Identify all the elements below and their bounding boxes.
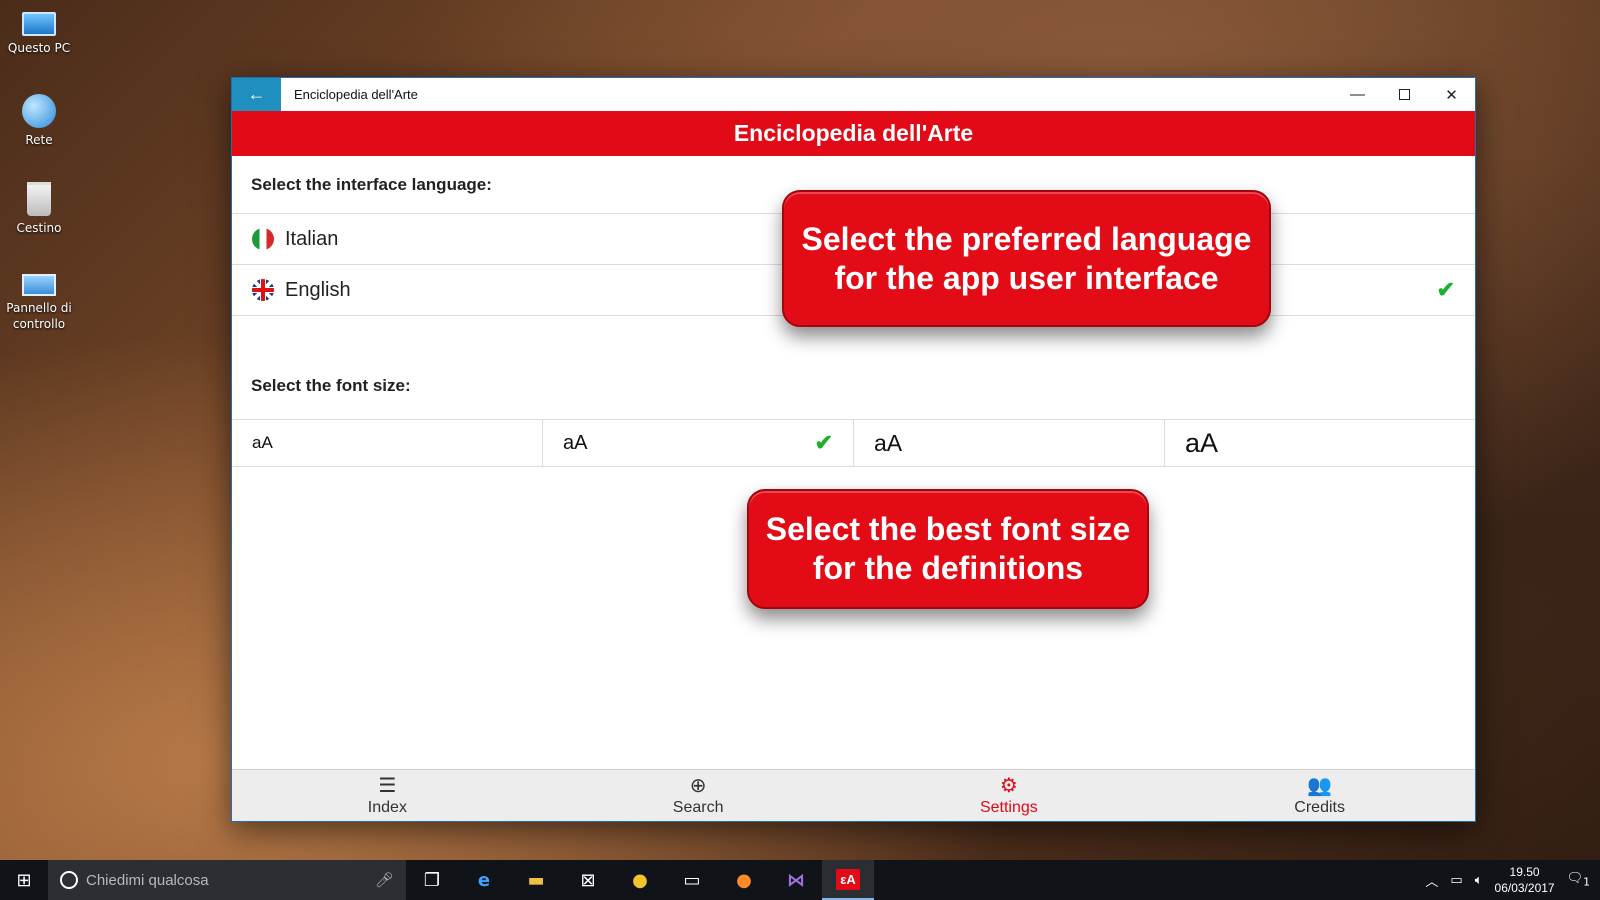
search-box[interactable]: Chiedimi qualcosa 🎤︎	[48, 860, 406, 900]
search-placeholder: Chiedimi qualcosa	[86, 871, 209, 889]
font-size-options: aA aA ✔ aA aA	[232, 420, 1475, 467]
taskbar-store[interactable]: ⊠	[562, 860, 614, 900]
font-size-sample: aA	[252, 433, 273, 452]
arrow-left-icon: ←	[247, 84, 266, 104]
app-icon: ●	[632, 869, 648, 891]
desktop-icon-this-pc[interactable]: Questo PC	[2, 8, 76, 56]
clock[interactable]: 19.50 06/03/2017	[1495, 864, 1555, 896]
window-titlebar: ← Enciclopedia dell'Arte — ✕	[232, 78, 1475, 111]
terminal-icon: ▭	[683, 869, 701, 891]
nav-index[interactable]: ☰ Index	[232, 770, 543, 821]
checkmark-icon: ✔	[1436, 277, 1455, 302]
nav-credits[interactable]: 👥 Credits	[1164, 770, 1475, 821]
italy-flag-icon	[252, 228, 274, 250]
minimize-button[interactable]: —	[1334, 78, 1381, 111]
window-title: Enciclopedia dell'Arte	[294, 87, 418, 102]
network-status-icon[interactable]: ▭	[1450, 873, 1462, 888]
taskbar-file-explorer[interactable]: ▬	[510, 860, 562, 900]
taskbar-enciclopedia[interactable]: εA	[822, 860, 874, 900]
taskbar-firefox[interactable]: ●	[718, 860, 770, 900]
desktop-icon-network[interactable]: Rete	[2, 94, 76, 148]
desktop-icon-control-panel[interactable]: Pannello di controllo	[2, 268, 76, 332]
nav-label: Settings	[979, 798, 1038, 816]
microphone-icon[interactable]: 🎤︎	[375, 871, 394, 889]
notification-count: 1	[1583, 875, 1590, 889]
computer-icon	[22, 12, 56, 36]
chevron-up-icon[interactable]: ︿	[1425, 871, 1438, 890]
language-callout: Select the preferred language for the ap…	[782, 190, 1271, 327]
bottom-navigation: ☰ Index ⊕ Search ⚙ Settings 👥 Credits	[232, 769, 1475, 821]
control-panel-icon	[22, 274, 56, 296]
clock-date: 06/03/2017	[1494, 881, 1555, 895]
font-size-sample: aA	[1185, 427, 1219, 458]
minimize-icon: —	[1350, 86, 1365, 103]
enciclopedia-app-icon: εA	[836, 868, 860, 890]
taskbar-terminal[interactable]: ▭	[666, 860, 718, 900]
nav-label: Credits	[1294, 798, 1345, 816]
back-button[interactable]: ←	[232, 78, 281, 111]
windows-logo-icon: ⊞	[16, 869, 32, 891]
close-button[interactable]: ✕	[1428, 78, 1475, 111]
gear-icon: ⚙	[999, 774, 1018, 797]
cortana-icon	[60, 871, 78, 889]
app-window: ← Enciclopedia dell'Arte — ✕ Enciclopedi…	[231, 77, 1476, 822]
clock-time: 19.50	[1509, 865, 1540, 879]
action-center-icon[interactable]: 🗨︎1	[1567, 871, 1590, 889]
app-header: Enciclopedia dell'Arte	[232, 111, 1475, 156]
start-button[interactable]: ⊞	[0, 860, 48, 900]
font-size-section-title: Select the font size:	[232, 366, 1475, 420]
task-view-button[interactable]: ❐	[406, 860, 458, 900]
close-icon: ✕	[1445, 86, 1458, 104]
taskbar-edge[interactable]: e	[458, 860, 510, 900]
uk-flag-icon	[252, 279, 274, 301]
font-size-option-large[interactable]: aA	[854, 420, 1165, 466]
desktop-icon-recycle-bin[interactable]: Cestino	[2, 182, 76, 236]
desktop-icon-label: Pannello di controllo	[6, 301, 72, 331]
volume-icon[interactable]: 🔈︎	[1475, 873, 1483, 888]
nav-label: Index	[367, 798, 407, 816]
font-size-option-xlarge[interactable]: aA	[1165, 420, 1475, 466]
firefox-icon: ●	[736, 869, 752, 891]
checkmark-icon: ✔	[814, 430, 833, 455]
edge-icon: e	[477, 869, 491, 891]
list-icon: ☰	[378, 774, 397, 797]
network-icon	[22, 94, 56, 128]
system-tray: ︿ ▭ 🔈︎ 19.50 06/03/2017 🗨︎1	[1425, 864, 1600, 896]
maximize-button[interactable]	[1381, 78, 1428, 111]
taskbar-app-yellow[interactable]: ●	[614, 860, 666, 900]
visual-studio-icon: ⋈	[787, 869, 805, 891]
font-size-option-medium[interactable]: aA ✔	[543, 420, 854, 466]
font-size-sample: aA	[563, 431, 588, 454]
desktop-icon-label: Rete	[25, 133, 53, 147]
nav-settings[interactable]: ⚙ Settings	[854, 770, 1165, 821]
font-size-sample: aA	[874, 429, 903, 456]
zoom-in-icon: ⊕	[689, 774, 707, 797]
font-size-callout: Select the best font size for the defini…	[747, 489, 1149, 609]
folder-icon: ▬	[527, 869, 545, 891]
nav-search[interactable]: ⊕ Search	[543, 770, 854, 821]
users-icon: 👥	[1307, 774, 1333, 797]
desktop-icon-label: Questo PC	[7, 41, 71, 55]
taskbar: ⊞ Chiedimi qualcosa 🎤︎ ❐ e ▬ ⊠ ● ▭ ● ⋈ ε…	[0, 860, 1600, 900]
nav-label: Search	[672, 798, 724, 816]
task-view-icon: ❐	[423, 869, 441, 891]
maximize-icon	[1399, 89, 1410, 100]
store-icon: ⊠	[580, 869, 596, 891]
taskbar-visual-studio[interactable]: ⋈	[770, 860, 822, 900]
font-size-option-small[interactable]: aA	[232, 420, 543, 466]
desktop-icon-label: Cestino	[16, 221, 62, 235]
recycle-bin-icon	[27, 182, 51, 216]
